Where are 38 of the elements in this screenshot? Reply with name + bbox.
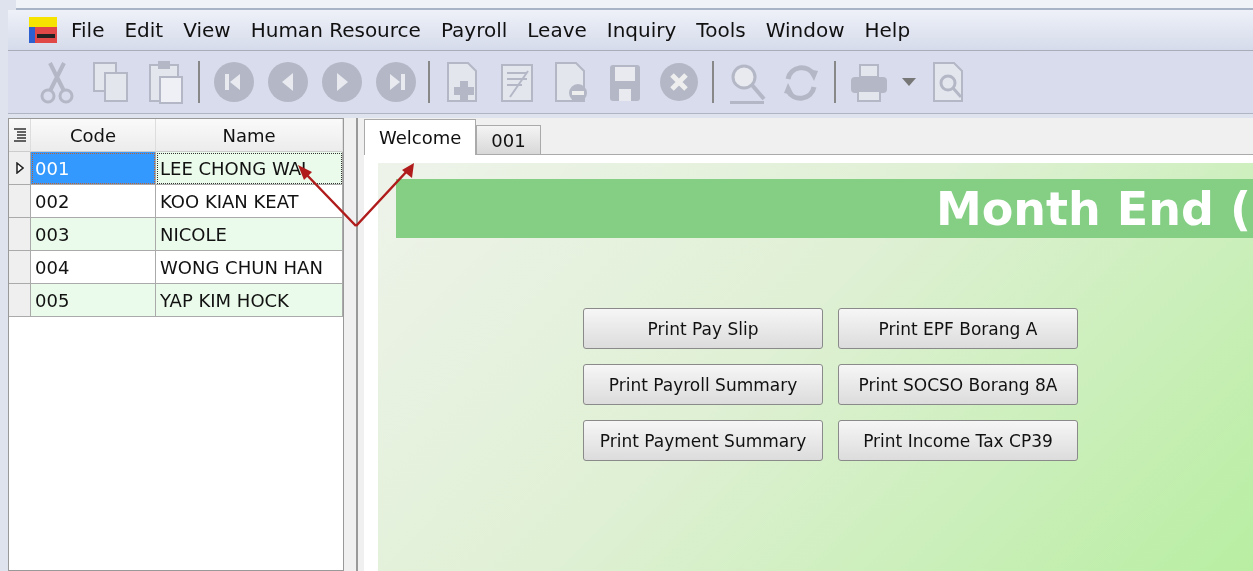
- menu-item[interactable]: Edit: [115, 18, 173, 42]
- menu-item[interactable]: Human Resource: [241, 18, 430, 42]
- tab[interactable]: Welcome: [364, 119, 477, 155]
- column-header[interactable]: Code: [31, 119, 156, 152]
- table-cell: YAP KIM HOCK: [156, 284, 343, 317]
- table-cell: 004: [31, 251, 156, 284]
- menu-item[interactable]: File: [62, 18, 114, 42]
- first-record-icon[interactable]: [212, 59, 254, 105]
- menu-item[interactable]: Tools: [687, 18, 755, 42]
- menu-item[interactable]: Payroll: [431, 18, 517, 42]
- print-button[interactable]: Print SOCSO Borang 8A: [838, 364, 1078, 405]
- next-icon[interactable]: [320, 59, 362, 105]
- app-logo-icon: [28, 15, 58, 45]
- table-cell: KOO KIAN KEAT: [156, 185, 343, 218]
- menu-item[interactable]: Window: [756, 18, 854, 42]
- table-cell: NICOLE: [156, 218, 343, 251]
- menu-item[interactable]: Help: [855, 18, 920, 42]
- banner-title: Month End (: [936, 181, 1251, 236]
- row-header[interactable]: [9, 152, 31, 185]
- menu-item[interactable]: Leave: [518, 18, 596, 42]
- column-chooser-icon[interactable]: [13, 128, 26, 142]
- table-cell: 003: [31, 218, 156, 251]
- menu-item[interactable]: Inquiry: [597, 18, 686, 42]
- print-button[interactable]: Print EPF Borang A: [838, 308, 1078, 349]
- dropdown-caret-icon[interactable]: [902, 78, 916, 86]
- table-cell: 002: [31, 185, 156, 218]
- print-button[interactable]: Print Payroll Summary: [583, 364, 823, 405]
- print-button[interactable]: Print Pay Slip: [583, 308, 823, 349]
- last-record-icon[interactable]: [374, 59, 416, 105]
- table-cell: WONG CHUN HAN: [156, 251, 343, 284]
- previous-icon[interactable]: [266, 59, 308, 105]
- table-cell: 001: [31, 152, 156, 185]
- print-button[interactable]: Print Income Tax CP39: [838, 420, 1078, 461]
- menu-item[interactable]: View: [174, 18, 240, 42]
- table-cell: 005: [31, 284, 156, 317]
- print-button[interactable]: Print Payment Summary: [583, 420, 823, 461]
- tab[interactable]: 001: [476, 125, 541, 154]
- column-header[interactable]: Name: [156, 119, 343, 152]
